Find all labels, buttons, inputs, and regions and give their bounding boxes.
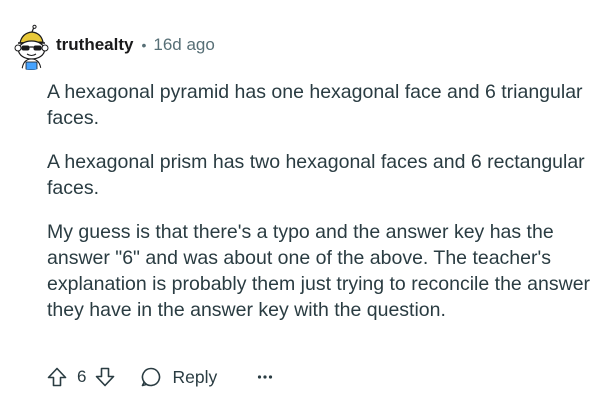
downvote-button[interactable]	[93, 365, 117, 389]
meta-separator: •	[141, 37, 147, 53]
comment-paragraph: My guess is that there's a typo and the …	[47, 221, 591, 321]
speech-bubble-icon	[142, 367, 161, 387]
comment-paragraph: A hexagonal prism has two hexagonal face…	[47, 151, 585, 199]
more-options-icon	[258, 375, 273, 379]
comment: truthealty • 16d ago A hexagonal pyramid…	[0, 0, 605, 400]
username-link[interactable]: truthealty	[56, 35, 133, 55]
comment-paragraph: A hexagonal pyramid has one hexagonal fa…	[47, 81, 583, 129]
comment-meta: truthealty • 16d ago	[56, 35, 215, 59]
reply-button[interactable]: Reply	[139, 365, 217, 389]
comment-actions: 6 Reply	[45, 357, 275, 397]
comment-header: truthealty • 16d ago	[8, 22, 215, 72]
comment-body: A hexagonal pyramid has one hexagonal fa…	[47, 79, 597, 341]
avatar[interactable]	[8, 24, 54, 70]
upvote-arrow-icon	[47, 367, 67, 387]
vote-score: 6	[77, 367, 87, 386]
downvote-arrow-icon	[96, 367, 115, 387]
more-options-button[interactable]	[255, 367, 275, 387]
timestamp[interactable]: 16d ago	[153, 35, 214, 55]
snoo-sunglasses-avatar-icon	[8, 24, 54, 70]
vote-controls: 6	[45, 365, 117, 389]
upvote-button[interactable]	[45, 365, 69, 389]
reply-label: Reply	[172, 366, 218, 387]
